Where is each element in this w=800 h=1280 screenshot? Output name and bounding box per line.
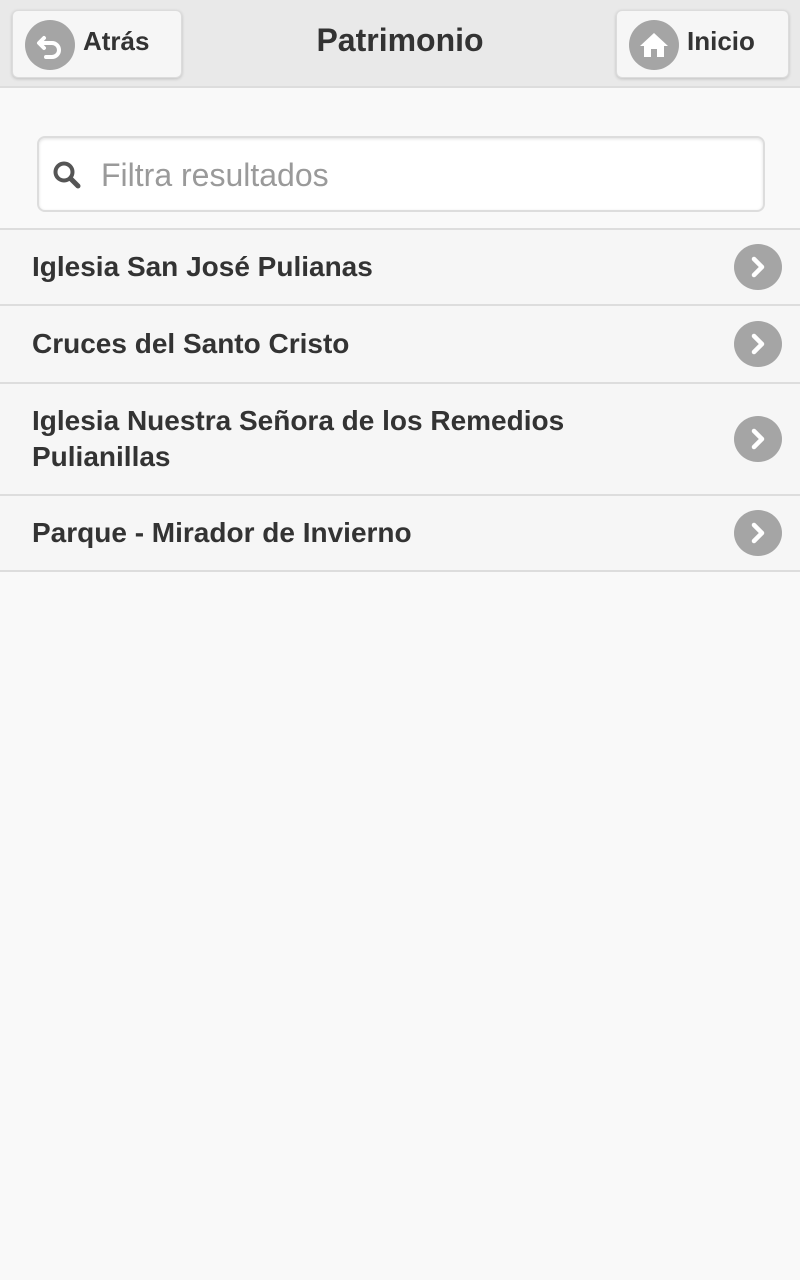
home-button-label: Inicio	[687, 25, 755, 56]
chevron-right-icon	[734, 321, 782, 367]
list-item-label: Iglesia Nuestra Señora de los Remedios P…	[32, 405, 565, 472]
chevron-right-icon	[734, 244, 782, 290]
back-button-label: Atrás	[83, 25, 150, 56]
chevron-right-icon	[734, 510, 782, 556]
chevron-right-icon	[734, 416, 782, 462]
results-list: Iglesia San José Pulianas Cruces del San…	[0, 228, 800, 572]
list-item[interactable]: Parque - Mirador de Invierno	[0, 494, 800, 572]
list-item[interactable]: Iglesia San José Pulianas	[0, 228, 800, 304]
list-item-label: Iglesia San José Pulianas	[32, 251, 373, 282]
search-icon	[51, 159, 83, 196]
home-icon	[629, 20, 679, 70]
app-header: Atrás Patrimonio Inicio	[0, 0, 800, 88]
search-box[interactable]	[37, 136, 765, 212]
back-arrow-icon	[25, 20, 75, 70]
list-item[interactable]: Iglesia Nuestra Señora de los Remedios P…	[0, 382, 800, 494]
home-button[interactable]: Inicio	[616, 10, 789, 78]
list-item-label: Cruces del Santo Cristo	[32, 328, 350, 359]
page-title: Patrimonio	[316, 22, 484, 58]
list-item[interactable]: Cruces del Santo Cristo	[0, 304, 800, 382]
back-button[interactable]: Atrás	[12, 10, 182, 78]
search-input[interactable]	[101, 148, 751, 202]
list-item-label: Parque - Mirador de Invierno	[32, 517, 412, 548]
